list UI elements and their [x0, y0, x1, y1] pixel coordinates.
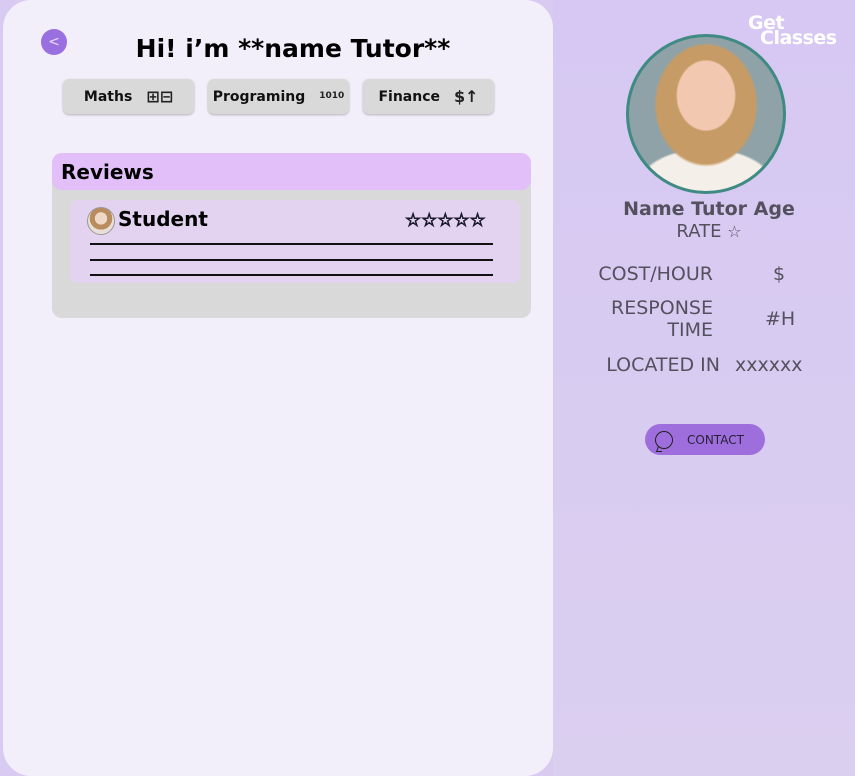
brand-logo[interactable]: Get Classes [748, 14, 837, 49]
contact-button[interactable]: CONTACT [645, 424, 765, 455]
reviews-card: Reviews Student ☆☆☆☆☆ [52, 153, 531, 318]
rate-label: RATE [676, 221, 722, 242]
subject-label: Finance [378, 88, 440, 105]
star-icon: ☆ [727, 222, 742, 241]
brand-logo-line2: Classes [760, 27, 837, 49]
reviewer-name: Student [118, 207, 208, 231]
response-label-line2: TIME [667, 319, 713, 341]
chevron-left-icon: < [48, 34, 60, 50]
contact-label: CONTACT [687, 432, 744, 447]
back-button[interactable]: < [41, 29, 67, 55]
subject-label: Programing [212, 88, 306, 105]
tutor-name: Name Tutor Age [623, 198, 795, 220]
response-label: RESPONSE TIME [590, 297, 713, 341]
cost-value: $ [773, 263, 786, 285]
calculator-icon: ⊞⊟ [146, 86, 174, 106]
binary-code-icon: 1010 [319, 91, 345, 101]
money-growth-icon: $↑ [454, 86, 479, 106]
location-value: xxxxxx [735, 354, 803, 376]
chat-bubble-icon [655, 430, 673, 449]
reviewer-avatar [87, 207, 115, 235]
subject-label: Maths [83, 88, 133, 105]
page-title: Hi! i’m **name Tutor** [135, 34, 451, 63]
response-value: #H [765, 308, 796, 330]
review-text-line [90, 243, 493, 245]
reviews-title: Reviews [61, 160, 154, 184]
subject-chip-maths[interactable]: Maths ⊞⊟ [63, 79, 194, 114]
review-stars: ☆☆☆☆☆ [405, 210, 487, 232]
tutor-photo [626, 34, 786, 194]
main-panel [3, 0, 553, 776]
subject-chip-finance[interactable]: Finance $↑ [363, 79, 494, 114]
subject-chip-programming[interactable]: Programing 1010 [208, 79, 349, 114]
cost-label: COST/HOUR [598, 263, 713, 285]
reviews-header: Reviews [52, 153, 531, 190]
review-text-line [90, 274, 493, 276]
review-text-line [90, 259, 493, 261]
response-label-line1: RESPONSE [611, 297, 713, 319]
tutor-rate: RATE ☆ [604, 221, 814, 242]
location-label: LOCATED IN [606, 354, 720, 376]
review-item: Student ☆☆☆☆☆ [70, 200, 520, 283]
